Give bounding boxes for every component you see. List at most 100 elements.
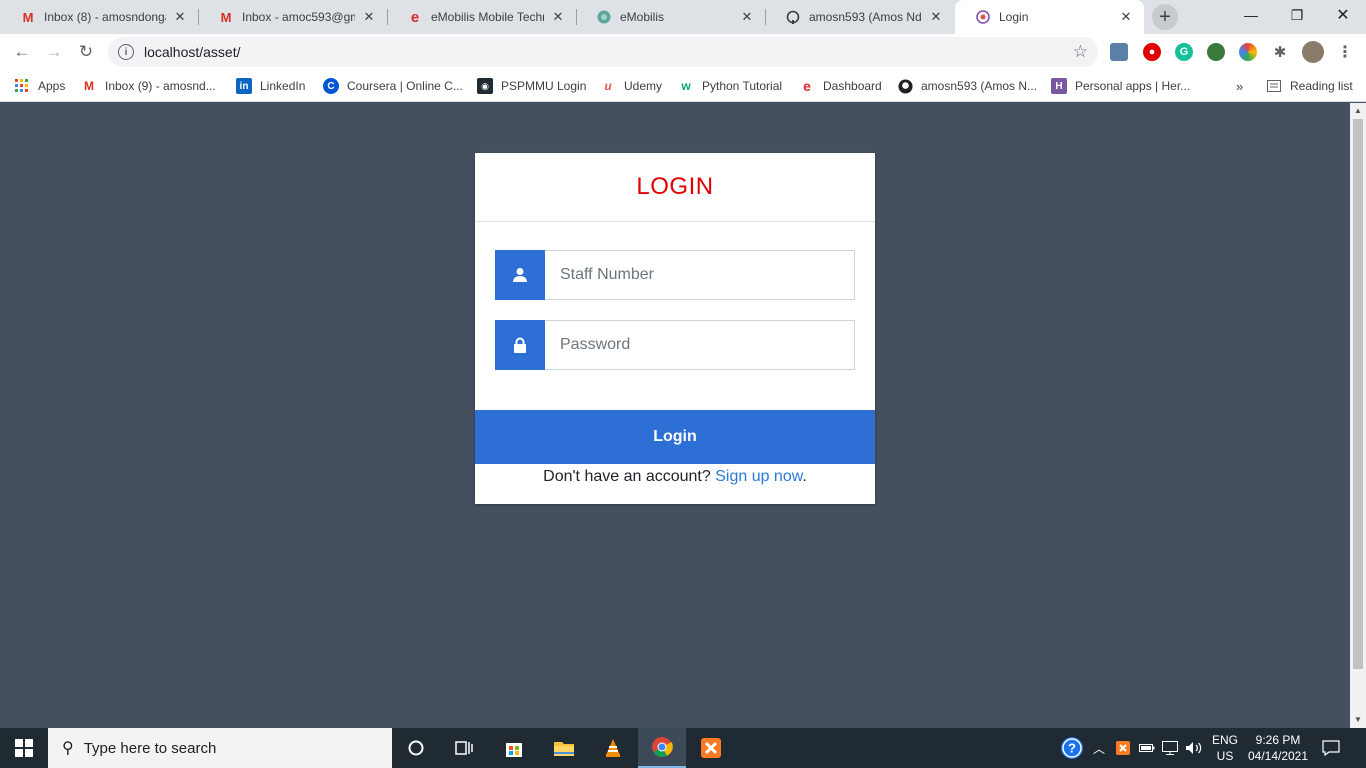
login-button[interactable]: Login xyxy=(475,410,875,464)
minimize-button[interactable]: — xyxy=(1228,0,1274,30)
help-icon[interactable]: ? xyxy=(1060,728,1084,768)
chrome-taskbar-icon[interactable] xyxy=(638,728,686,768)
reading-list-icon xyxy=(1266,78,1282,94)
coursera-icon: C xyxy=(323,78,339,94)
tab-title: eMobilis xyxy=(620,10,665,24)
forward-button[interactable]: → xyxy=(40,38,68,66)
bookmark-label: amosn593 (Amos N... xyxy=(921,79,1038,93)
github-icon xyxy=(897,78,913,94)
clock-date: 04/14/2021 xyxy=(1247,749,1309,763)
bookmarks-overflow-button[interactable]: » xyxy=(1236,76,1243,96)
reload-button[interactable]: ↻ xyxy=(72,38,100,66)
grammarly-icon[interactable]: G xyxy=(1175,43,1193,61)
bookmark-personal-apps[interactable]: H Personal apps | Her... xyxy=(1051,76,1190,96)
tab-github-amosn593[interactable]: amosn593 (Amos Ndon ✕ xyxy=(765,0,954,34)
bookmark-label: LinkedIn xyxy=(260,79,306,93)
close-icon[interactable]: ✕ xyxy=(739,9,755,25)
close-icon[interactable]: ✕ xyxy=(550,9,566,25)
signup-line: Don't have an account? Sign up now. xyxy=(475,464,875,490)
bookmark-label: Personal apps | Her... xyxy=(1075,79,1191,93)
tab-emobilis-mobile[interactable]: e eMobilis Mobile Techno ✕ xyxy=(387,0,576,34)
adblock-extension-icon[interactable]: ● xyxy=(1143,43,1161,61)
task-view-icon[interactable] xyxy=(440,728,488,768)
taskbar-search-placeholder: Type here to search xyxy=(83,739,217,757)
scroll-up-icon[interactable]: ▲ xyxy=(1354,106,1362,115)
bookmark-apps[interactable]: Apps xyxy=(14,76,65,96)
menu-kebab-icon[interactable]: ⋮ xyxy=(1336,43,1354,61)
taskbar-search-box[interactable]: ⚲ Type here to search xyxy=(48,728,392,768)
staff-number-group xyxy=(495,250,855,300)
site-info-icon[interactable]: i xyxy=(118,44,134,60)
bookmark-linkedin[interactable]: in LinkedIn xyxy=(236,76,305,96)
bookmark-label: Apps xyxy=(38,79,66,93)
cortana-icon[interactable] xyxy=(392,728,440,768)
xampp-icon[interactable] xyxy=(687,728,735,768)
bookmark-coursera[interactable]: C Coursera | Online C... xyxy=(323,76,463,96)
address-url: localhost/asset/ xyxy=(144,44,241,60)
staff-number-input[interactable] xyxy=(545,250,855,300)
globe-icon xyxy=(596,9,612,25)
svg-text:?: ? xyxy=(1068,741,1076,756)
close-icon[interactable]: ✕ xyxy=(1118,9,1134,25)
back-button[interactable]: ← xyxy=(8,38,36,66)
scroll-down-icon[interactable]: ▼ xyxy=(1354,715,1362,724)
signup-prompt: Don't have an account? xyxy=(543,468,711,485)
scrollbar-thumb[interactable] xyxy=(1353,119,1363,669)
tab-emobilis[interactable]: eMobilis ✕ xyxy=(576,0,765,34)
tray-overflow-chevron-icon[interactable]: ︿ xyxy=(1093,728,1105,768)
reading-list-label: Reading list xyxy=(1290,79,1353,93)
password-input[interactable] xyxy=(545,320,855,370)
bookmarks-bar: Apps M Inbox (9) - amosnd... in LinkedIn… xyxy=(0,70,1366,102)
close-icon[interactable]: ✕ xyxy=(361,9,377,25)
volume-icon[interactable] xyxy=(1185,728,1203,768)
signup-suffix: . xyxy=(802,468,807,485)
pspmmu-icon: ◉ xyxy=(477,78,493,94)
bookmark-github[interactable]: amosn593 (Amos N... xyxy=(897,76,1037,96)
bookmark-star-icon[interactable]: ☆ xyxy=(1073,42,1088,62)
restore-button[interactable]: ❐ xyxy=(1274,0,1320,30)
reading-list-button[interactable]: Reading list xyxy=(1266,76,1353,96)
bookmark-dashboard[interactable]: e Dashboard xyxy=(799,76,882,96)
network-icon[interactable] xyxy=(1162,728,1178,768)
extension-icon[interactable] xyxy=(1207,43,1225,61)
bookmark-pspmmu[interactable]: ◉ PSPMMU Login xyxy=(477,76,586,96)
notifications-icon[interactable] xyxy=(1322,728,1340,768)
bookmark-label: PSPMMU Login xyxy=(501,79,587,93)
language-indicator[interactable]: ENG US xyxy=(1207,728,1243,768)
bookmark-python-tutorial[interactable]: w Python Tutorial xyxy=(678,76,782,96)
microsoft-store-icon[interactable] xyxy=(490,728,538,768)
tab-inbox-amosndonga[interactable]: M Inbox (8) - amosndonga ✕ xyxy=(0,0,198,34)
login-title: LOGIN xyxy=(475,153,875,222)
tab-inbox-amoc593[interactable]: M Inbox - amoc593@gma ✕ xyxy=(198,0,387,34)
udemy-icon: u xyxy=(604,79,612,93)
window-close-button[interactable]: ✕ xyxy=(1320,0,1366,30)
address-bar[interactable]: i localhost/asset/ ☆ xyxy=(108,37,1098,67)
signup-link[interactable]: Sign up now xyxy=(715,468,802,485)
bookmark-label: Inbox (9) - amosnd... xyxy=(105,79,216,93)
extension-icon[interactable] xyxy=(1110,43,1128,61)
color-picker-extension-icon[interactable] xyxy=(1239,43,1257,61)
bookmark-udemy[interactable]: u Udemy xyxy=(600,76,662,96)
profile-avatar[interactable] xyxy=(1302,41,1324,63)
puzzle-extensions-icon[interactable]: ✱ xyxy=(1271,43,1289,61)
bookmark-label: Udemy xyxy=(624,79,663,93)
file-explorer-icon[interactable] xyxy=(540,728,588,768)
bookmark-label: Python Tutorial xyxy=(702,79,783,93)
taskbar-clock[interactable]: 9:26 PM 04/14/2021 xyxy=(1244,728,1312,768)
tab-title: amosn593 (Amos Ndon xyxy=(809,10,922,24)
bookmark-inbox[interactable]: M Inbox (9) - amosnd... xyxy=(81,76,216,96)
page-scrollbar[interactable]: ▲ ▼ xyxy=(1350,103,1366,728)
windows-start-button[interactable] xyxy=(0,728,48,768)
lock-icon xyxy=(495,320,545,370)
close-icon[interactable]: ✕ xyxy=(172,9,188,25)
tab-title: Inbox - amoc593@gma xyxy=(242,10,355,24)
close-icon[interactable]: ✕ xyxy=(928,9,944,25)
battery-icon[interactable] xyxy=(1139,728,1155,768)
vlc-icon[interactable] xyxy=(589,728,637,768)
xampp-tray-icon[interactable] xyxy=(1116,728,1130,768)
tab-login[interactable]: Login ✕ xyxy=(955,0,1144,34)
emobilis-icon: e xyxy=(410,8,420,26)
github-icon xyxy=(785,9,801,25)
new-tab-button[interactable]: + xyxy=(1152,4,1178,30)
search-icon: ⚲ xyxy=(62,740,74,757)
